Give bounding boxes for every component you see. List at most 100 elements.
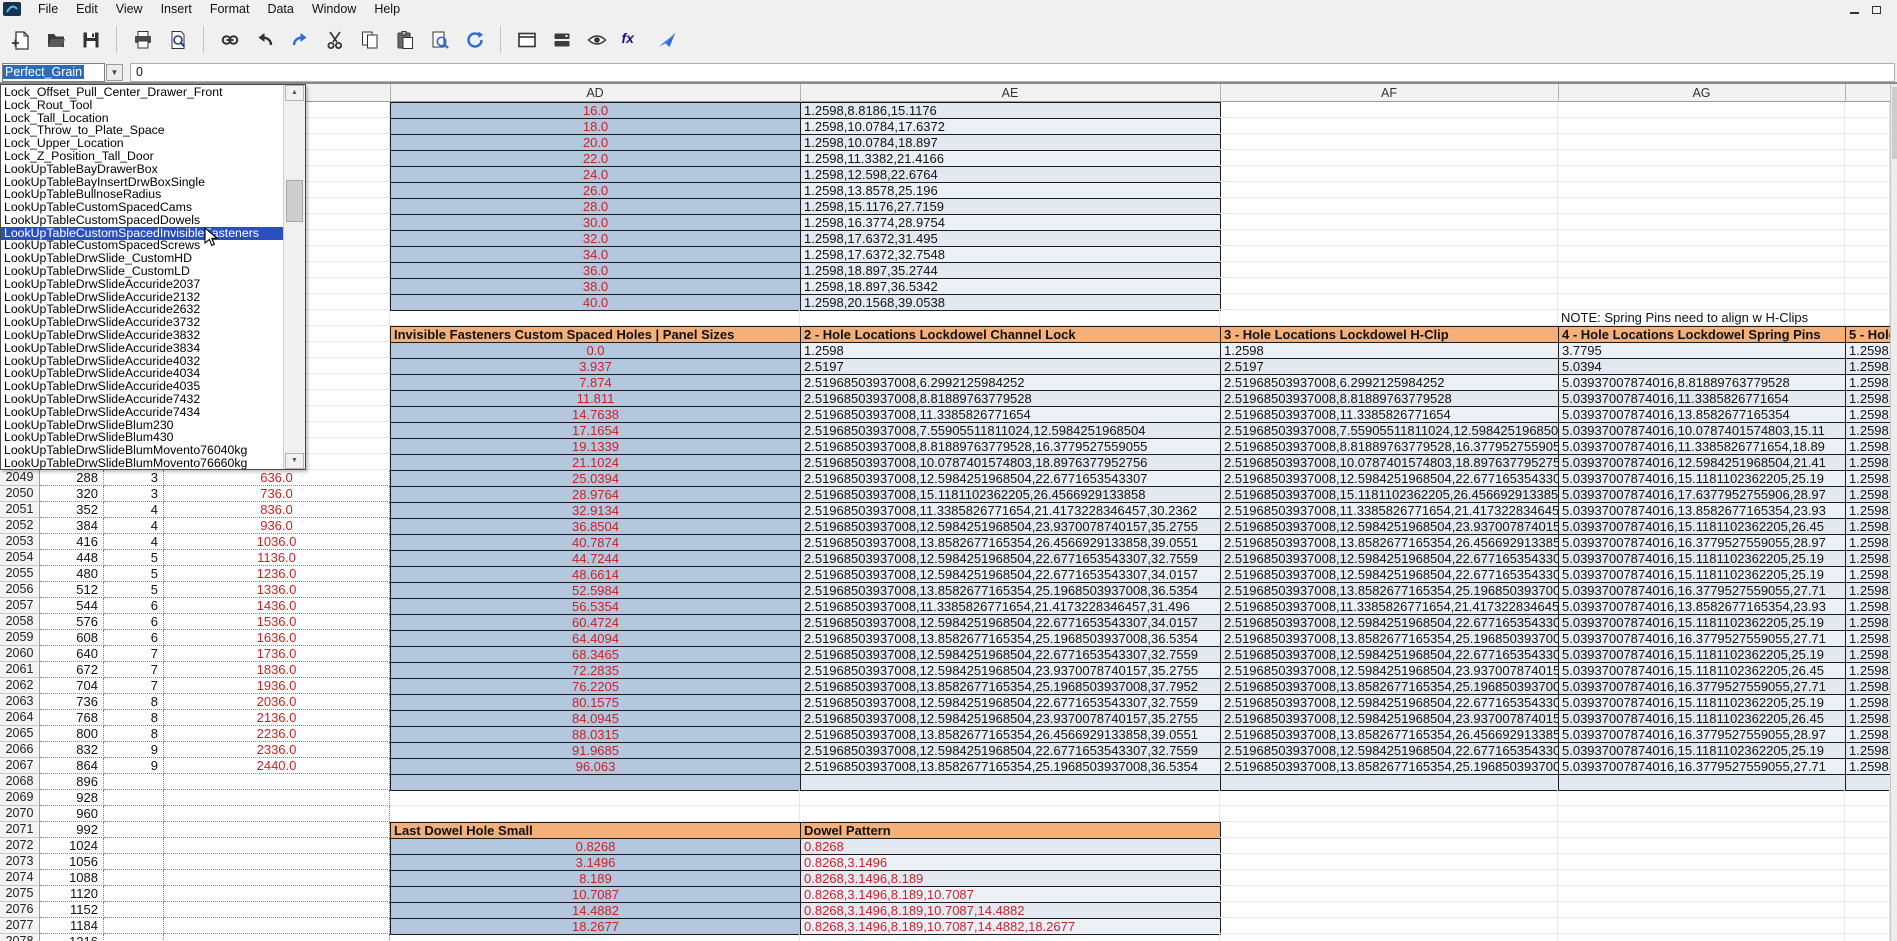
cell-ag[interactable]: 5.03937007874016,16.3779527559055,27.71 [1558, 630, 1846, 647]
cell-ae[interactable]: 1.2598,10.0784,18.897 [800, 134, 1221, 151]
scroll-up-icon[interactable]: ▲ [285, 85, 304, 101]
cell-ag[interactable]: 5.03937007874016,15.1181102362205,25.19 [1558, 646, 1846, 663]
cell-ah[interactable] [1845, 278, 1890, 294]
row-header[interactable]: 2064 [0, 710, 40, 726]
print-button[interactable] [130, 27, 155, 52]
cell-ad[interactable]: 56.5354 [390, 598, 801, 615]
cell-ae[interactable]: 1.2598,13.8578,25.196 [800, 182, 1221, 199]
cell-ac[interactable]: 1936.0 [164, 678, 390, 694]
cell-ah[interactable]: 1.2598,5 [1845, 406, 1891, 423]
cell-ad[interactable]: 88.0315 [390, 726, 801, 743]
name-list-item[interactable]: LookUpTableDrwSlideAccuride3732 [1, 316, 284, 329]
cell-ae[interactable]: 0.8268,3.1496,8.189 [800, 870, 1221, 887]
cell-c[interactable]: 3 [104, 486, 164, 502]
cell-c[interactable] [104, 902, 164, 918]
cell-ae[interactable] [800, 806, 1220, 822]
cell-b[interactable]: 1056 [40, 854, 104, 870]
cell-af[interactable]: 2.51968503937008,7.55905511811024,12.598… [1220, 422, 1559, 439]
save-button[interactable] [78, 27, 103, 52]
cell-ac[interactable] [164, 854, 390, 870]
cell-ad[interactable]: 48.6614 [390, 566, 801, 583]
name-list-item[interactable]: LookUpTableCustomSpacedDowels [1, 214, 284, 227]
cell-c[interactable] [104, 934, 164, 941]
cell-ae[interactable]: 2.51968503937008,12.5984251968504,22.677… [800, 550, 1221, 567]
cell-ag[interactable] [1558, 278, 1845, 294]
cell-ad[interactable]: 20.0 [390, 134, 801, 151]
row-header[interactable]: 2057 [0, 598, 40, 614]
name-list-item[interactable]: LookUpTableDrwSlideAccuride2132 [1, 291, 284, 304]
cell-ad[interactable]: 0.8268 [390, 838, 801, 855]
cell-af[interactable] [1220, 886, 1558, 902]
cell-ac[interactable]: 1536.0 [164, 614, 390, 630]
cell-c[interactable]: 5 [104, 582, 164, 598]
cell-ad[interactable]: 3.1496 [390, 854, 801, 871]
cell-af[interactable]: 2.51968503937008,13.8582677165354,25.196… [1220, 630, 1559, 647]
cell-ah[interactable]: 1.2598,5 [1845, 518, 1891, 535]
cell-ag[interactable]: 5.03937007874016,15.1181102362205,26.45 [1558, 710, 1846, 727]
name-list-item[interactable]: Lock_Offset_Pull_Center_Drawer_Front [1, 86, 284, 99]
send-button[interactable] [654, 27, 679, 52]
cell-ah[interactable] [1845, 870, 1890, 886]
vertical-scrollbar[interactable] [1890, 84, 1897, 941]
cell-ae[interactable]: 2.51968503937008,8.81889763779528 [800, 390, 1221, 407]
cell-ad[interactable]: 3.937 [390, 358, 801, 375]
cell-ae[interactable]: 1.2598,8.8186,15.1176 [800, 102, 1221, 119]
cell-ac[interactable]: 936.0 [164, 518, 390, 534]
row-header[interactable]: 2065 [0, 726, 40, 742]
cell-ad[interactable]: 25.0394 [390, 470, 801, 487]
cell-ah[interactable]: 1.2598,5 [1845, 470, 1891, 487]
cell-ac[interactable] [164, 934, 390, 941]
name-list-item[interactable]: LookUpTableDrwSlideAccuride4035 [1, 380, 284, 393]
cell-ae[interactable]: 2.51968503937008,12.5984251968504,23.937… [800, 710, 1221, 727]
cell-b[interactable]: 1216 [40, 934, 104, 941]
cell-ah[interactable] [1845, 182, 1890, 198]
cell-ae[interactable]: 2.51968503937008,8.81889763779528,16.377… [800, 438, 1221, 455]
cell-ah[interactable]: 1.2598,5 [1845, 726, 1891, 743]
cell-ag[interactable] [1558, 774, 1846, 791]
name-list-item[interactable]: Lock_Tall_Location [1, 112, 284, 125]
cell-b[interactable]: 448 [40, 550, 104, 566]
cell-ad[interactable]: 40.7874 [390, 534, 801, 551]
cell-af[interactable]: 2.51968503937008,12.5984251968504,23.937… [1220, 710, 1559, 727]
menu-file[interactable]: File [29, 2, 67, 16]
cell-ah[interactable] [1845, 886, 1890, 902]
cell-af[interactable] [1220, 854, 1558, 870]
cell-af[interactable]: 2.51968503937008,10.0787401574803,18.897… [1220, 454, 1559, 471]
cell-ae[interactable]: 2.51968503937008,13.8582677165354,25.196… [800, 630, 1221, 647]
page-preview-button[interactable] [584, 27, 609, 52]
cell-af[interactable] [1220, 102, 1558, 118]
cell-af[interactable]: 2.51968503937008,6.2992125984252 [1220, 374, 1559, 391]
copy-button[interactable] [357, 27, 382, 52]
cell-c[interactable] [104, 790, 164, 806]
cell-ad[interactable] [390, 310, 800, 326]
cell-ag[interactable] [1558, 822, 1845, 838]
cell-af[interactable]: 2.51968503937008,12.5984251968504,22.677… [1220, 742, 1559, 759]
cell-af[interactable] [1220, 262, 1558, 278]
column-header-af[interactable]: AF [1220, 84, 1558, 102]
cell-c[interactable]: 4 [104, 502, 164, 518]
cell-ad[interactable] [390, 790, 800, 806]
cell-ae[interactable]: 1.2598,11.3382,21.4166 [800, 150, 1221, 167]
cell-af[interactable]: 2.51968503937008,13.8582677165354,26.456… [1220, 534, 1559, 551]
cell-af[interactable]: 2.51968503937008,11.3385826771654,21.417… [1220, 598, 1559, 615]
cell-ad[interactable]: 14.4882 [390, 902, 801, 919]
cell-ag[interactable]: 5.03937007874016,11.3385826771654 [1558, 390, 1846, 407]
paste-button[interactable] [392, 27, 417, 52]
cell-b[interactable]: 576 [40, 614, 104, 630]
cell-b[interactable]: 320 [40, 486, 104, 502]
cell-b[interactable]: 1024 [40, 838, 104, 854]
cell-b[interactable]: 1184 [40, 918, 104, 934]
name-list-item[interactable]: LookUpTableDrwSlideAccuride4032 [1, 355, 284, 368]
cell-ac[interactable]: 1836.0 [164, 662, 390, 678]
cell-af[interactable] [1220, 198, 1558, 214]
cell-af[interactable] [1220, 166, 1558, 182]
column-header-ad[interactable]: AD [390, 84, 800, 102]
row-header[interactable]: 2061 [0, 662, 40, 678]
menu-view[interactable]: View [107, 2, 152, 16]
cell-c[interactable]: 5 [104, 550, 164, 566]
row-header[interactable]: 2051 [0, 502, 40, 518]
cell-ad[interactable]: 28.9764 [390, 486, 801, 503]
cell-ad[interactable]: 36.0 [390, 262, 801, 279]
cell-ag[interactable] [1558, 870, 1845, 886]
print-preview-button[interactable] [165, 27, 190, 52]
